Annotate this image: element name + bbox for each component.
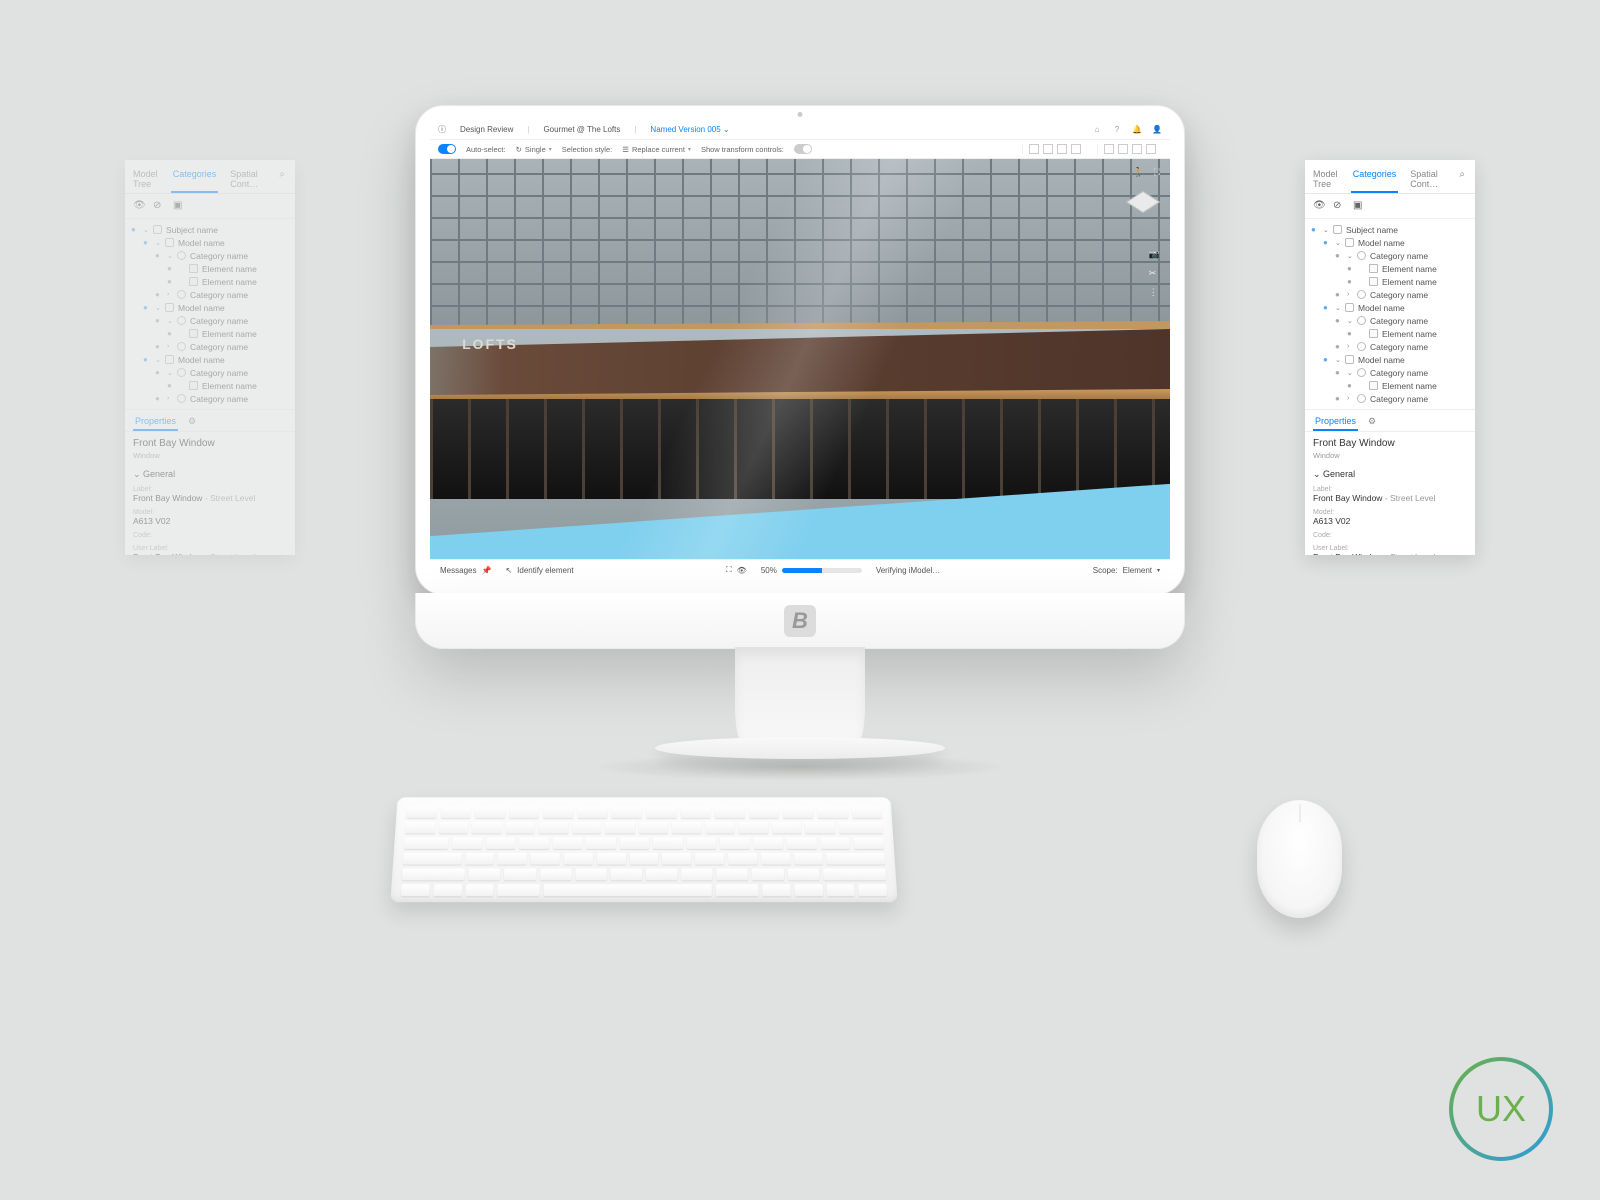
home-icon[interactable]: ⌂ [1092,125,1102,134]
user-icon[interactable]: 👤 [1152,125,1162,134]
progress-percent: 50% [761,566,777,575]
status-bar: Messages 📌 ↖ Identify element ⛶ 👁 50% Ve… [430,559,1170,580]
rotate-icon[interactable] [1132,144,1142,154]
messages-label[interactable]: Messages [440,566,476,575]
fit-icon[interactable]: ⛶ [1154,167,1160,178]
tab-spatial[interactable]: Spatial Cont… [1408,165,1445,193]
props-title: Front Bay Window [1305,432,1475,451]
section-tool-icon[interactable]: ✂ [1149,268,1160,279]
expand-icon[interactable]: ⛶ [726,565,732,575]
search-icon[interactable]: ⌕ [1455,165,1469,193]
ux-badge: UX [1446,1054,1556,1164]
walk-icon[interactable]: 🚶 [1132,167,1143,178]
scope-dropdown[interactable]: Element [1123,566,1152,575]
props-subtitle: Window [1305,451,1475,465]
side-panel-left: Model Tree Categories Spatial Cont… ⌕ 👁 … [125,160,295,555]
eye-icon[interactable]: 👁 [1313,200,1325,212]
props-group: ⌄ General [125,465,295,484]
pin-icon[interactable]: 📌 [481,566,491,575]
cursor-icon: ↖ [505,566,512,575]
scope-label: Scope: [1093,566,1118,575]
camera-tool-icon[interactable]: 📷 [1149,249,1160,260]
progress-bar [782,568,862,573]
cube-icon[interactable]: ▣ [173,200,185,212]
right-tree: ●⌄Subject name●⌄Model name●⌄Category nam… [1305,219,1475,409]
left-props-body: Label:Front Bay Window - Street LevelMod… [125,484,295,555]
help-icon[interactable]: ? [1112,125,1122,134]
info-icon[interactable]: ⓘ [438,124,446,135]
transform-toggle[interactable] [794,144,812,154]
extra-tool-icon[interactable]: ⋮ [1149,287,1160,298]
hide-icon[interactable]: ⊘ [153,200,165,212]
building-sign: LOFTS [462,336,518,352]
version-link[interactable]: Named Version 005 ⌄ [644,125,735,134]
hide-icon[interactable]: ⊘ [1333,200,1345,212]
props-subtitle: Window [125,451,295,465]
app-name: Design Review [454,125,519,134]
visibility-icon[interactable]: 👁 [737,566,747,575]
tab-model-tree[interactable]: Model Tree [1311,165,1341,193]
camera-icon [798,112,803,117]
bell-icon[interactable]: 🔔 [1132,125,1142,134]
props-tab[interactable]: Properties [133,413,178,431]
tab-categories[interactable]: Categories [1351,165,1399,193]
search-icon[interactable]: ⌕ [275,165,289,193]
flip-h-icon[interactable] [1104,144,1114,154]
design-review-app: ⓘ Design Review | Gourmet @ The Lofts | … [430,120,1170,580]
viewport-3d[interactable]: LOFTS 🚶 ⛶ 📷 ✂ ⋮ [430,159,1170,559]
brand-logo: B [784,605,816,637]
titlebar: ⓘ Design Review | Gourmet @ The Lofts | … [430,120,1170,140]
distribute-icon[interactable] [1146,144,1156,154]
replace-dropdown[interactable]: ☰ Replace current ▾ [622,145,691,154]
viewport-tools: 🚶 ⛶ [1132,167,1160,178]
toolbar: Auto-select: ↻ Single ▾ Selection style:… [430,140,1170,159]
props-tab[interactable]: Properties [1313,413,1358,431]
keyboard [390,797,897,902]
panel-toolbar: 👁 ⊘ ▣ [1305,194,1475,219]
left-tree: ●⌄Subject name●⌄Model name●⌄Category nam… [125,219,295,409]
mouse [1257,800,1342,918]
align-bottom-icon[interactable] [1071,144,1081,154]
align-right-icon[interactable] [1057,144,1067,154]
project-name[interactable]: Gourmet @ The Lofts [537,125,626,134]
tab-spatial[interactable]: Spatial Cont… [228,165,265,193]
align-center-icon[interactable] [1043,144,1053,154]
verifying-label: Verifying iModel… [876,566,940,575]
settings-icon[interactable]: ⚙ [1366,413,1378,431]
settings-icon[interactable]: ⚙ [186,413,198,431]
right-props-body: Label:Front Bay Window - Street LevelMod… [1305,484,1475,555]
props-title: Front Bay Window [125,432,295,451]
single-dropdown[interactable]: ↻ Single ▾ [516,145,552,154]
flip-v-icon[interactable] [1118,144,1128,154]
identify-prompt: Identify element [517,566,573,575]
props-group: ⌄ General [1305,465,1475,484]
monitor: ⓘ Design Review | Gourmet @ The Lofts | … [415,105,1185,595]
eye-icon[interactable]: 👁 [133,200,145,212]
align-left-icon[interactable] [1029,144,1039,154]
autoselect-toggle[interactable] [438,144,456,154]
tab-categories[interactable]: Categories [171,165,219,193]
side-panel-right: Model Tree Categories Spatial Cont… ⌕ 👁 … [1305,160,1475,555]
tab-model-tree[interactable]: Model Tree [131,165,161,193]
navigation-cube[interactable] [1128,187,1158,217]
cube-icon[interactable]: ▣ [1353,200,1365,212]
panel-toolbar: 👁 ⊘ ▣ [125,194,295,219]
